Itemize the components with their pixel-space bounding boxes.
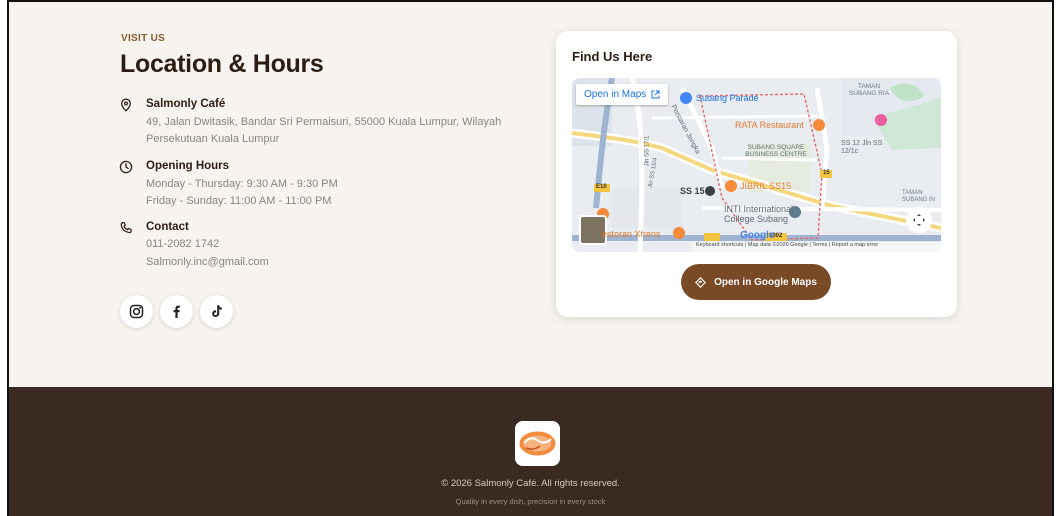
- poi-inti-college[interactable]: INTI International College Subang: [724, 204, 794, 224]
- google-logo: Google: [740, 230, 775, 241]
- shield-15: 15: [823, 170, 830, 176]
- tiktok-icon: [212, 305, 222, 317]
- directions-icon: [695, 276, 707, 288]
- page-frame: VISIT US Location & Hours Salmonly Café …: [7, 0, 1054, 516]
- external-link-icon: [651, 90, 660, 99]
- area-taman-subang-in: TAMAN SUBANG IN: [902, 190, 936, 203]
- section-title: Location & Hours: [120, 50, 324, 78]
- area-ss12: SS 12 Jln SS 12/1c: [841, 140, 883, 155]
- hours-heading: Opening Hours: [146, 160, 230, 172]
- open-google-maps-button[interactable]: Open in Google Maps: [681, 264, 831, 300]
- area-subang-square: SUBANG SQUARE BUSINESS CENTRE: [745, 144, 807, 158]
- report-error-link[interactable]: Report a map error: [832, 242, 878, 248]
- open-in-maps-label: Open in Maps: [584, 89, 647, 100]
- address-line-2: Persekutuan Kuala Lumpur: [146, 133, 280, 145]
- map-card-title: Find Us Here: [572, 49, 653, 64]
- poi-subang-parade[interactable]: Subang Parade: [696, 93, 759, 103]
- shield-e10: E10: [596, 184, 607, 190]
- poi-restoran-xfrens[interactable]: estoran Xfrens: [602, 229, 661, 239]
- terms-link[interactable]: Terms: [812, 242, 827, 248]
- instagram-button[interactable]: [120, 295, 153, 328]
- contact-email[interactable]: Salmonly.inc@gmail.com: [146, 256, 269, 268]
- address-heading: Salmonly Café: [146, 98, 226, 110]
- hours-line-2: Friday - Sunday: 11:00 AM - 11:00 PM: [146, 195, 332, 207]
- contact-phone[interactable]: 011-2082 1742: [146, 238, 219, 250]
- brand-logo[interactable]: [515, 421, 560, 466]
- footer-copyright: © 2026 Salmonly Café. All rights reserve…: [441, 478, 620, 489]
- area-ss15: SS 15: [680, 186, 705, 196]
- tiktok-button[interactable]: [200, 295, 233, 328]
- section-eyebrow: VISIT US: [121, 33, 166, 44]
- road-jln-ss17: Jln SS 17/1: [644, 135, 651, 167]
- poi-rata-restaurant[interactable]: RATA Restaurant: [735, 120, 804, 130]
- area-taman-subang-ria: TAMAN SUBANG RIA: [848, 83, 890, 97]
- recenter-icon[interactable]: [912, 213, 926, 227]
- map-data-label: Map data ©2026 Google: [747, 242, 808, 248]
- facebook-icon: [173, 305, 180, 318]
- open-google-maps-label: Open in Google Maps: [714, 276, 817, 288]
- salmonly-logo-icon: [515, 421, 560, 466]
- address-line-1: 49, Jalan Dwitasik, Bandar Sri Permaisur…: [146, 116, 502, 128]
- facebook-button[interactable]: [160, 295, 193, 328]
- hours-line-1: Monday - Thursday: 9:30 AM - 9:30 PM: [146, 178, 338, 190]
- location-section: VISIT US Location & Hours Salmonly Café …: [9, 2, 1052, 387]
- clock-icon: [119, 160, 133, 174]
- phone-icon: [120, 221, 132, 234]
- footer-tagline: Quality in every dish, precision in ever…: [455, 497, 606, 506]
- contact-heading: Contact: [146, 221, 189, 233]
- poi-jibril-ss15[interactable]: JIBRIL SS15: [740, 181, 791, 191]
- map-pin-icon: [121, 98, 131, 112]
- site-footer: © 2026 Salmonly Café. All rights reserve…: [9, 387, 1052, 516]
- map-attribution: Keyboard shortcuts | Map data ©2026 Goog…: [696, 242, 879, 248]
- embedded-map[interactable]: Open in Maps Subang Parade TAMAN SUBANG …: [572, 78, 941, 252]
- open-in-maps-button[interactable]: Open in Maps: [576, 84, 669, 105]
- instagram-icon: [129, 304, 144, 319]
- keyboard-shortcuts-link[interactable]: Keyboard shortcuts: [696, 242, 743, 248]
- map-card: Find Us Here Open in Maps Subang Parade …: [556, 31, 957, 317]
